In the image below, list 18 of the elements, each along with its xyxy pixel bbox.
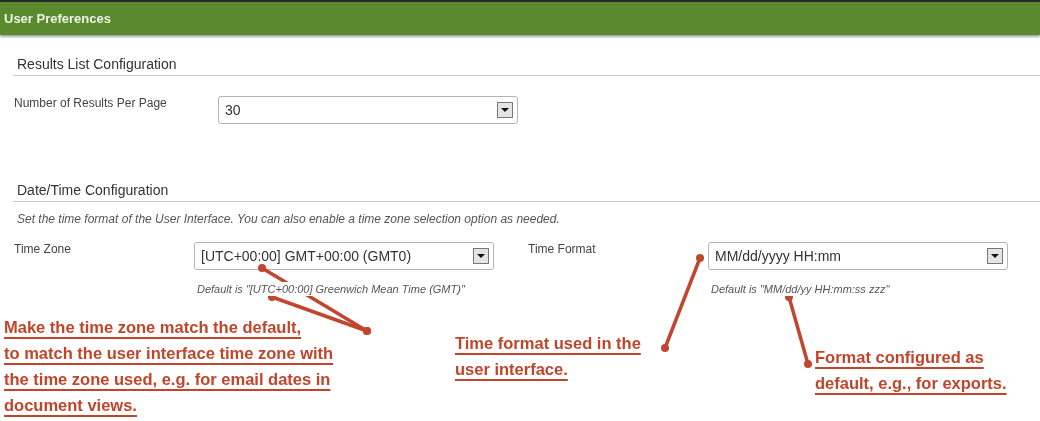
section-title: Date/Time Configuration [13,181,1040,202]
annotation-text: Make the time zone match the default, to match the user interface time zone with the time zone used, e.g. for email dates in document views. [4,317,334,416]
default-hint: Default is "[UTC+00:00] Greenwich Mean Time (GMT)" [197,282,465,296]
annotation-text: Format configured as default, e.g., for exports. [815,347,1007,394]
section-title: Results List Configuration [13,55,1040,76]
caret-icon [987,248,1003,264]
annotation-text: Time format used in the user interface. [455,333,641,380]
caret-icon [497,102,513,118]
field-label: Time Format [528,242,597,258]
caret-icon [473,248,489,264]
section-description: Set the time format of the User Interface. You can also enable a time zone selection option as needed. [17,212,561,226]
default-hint: Default is "MM/dd/yy HH:mm:ss zzz" [711,282,890,296]
field-label: Time Zone [14,242,72,258]
page-title: User Preferences [4,11,111,26]
results-per-page-dropdown[interactable]: 30 [218,96,518,124]
dropdown[interactable]: MM/dd/yyyy HH:mm [708,242,1008,270]
field-label: Number of Results Per Page [14,96,168,112]
dropdown[interactable]: [UTC+00:00] GMT+00:00 (GMT0) [194,242,494,270]
